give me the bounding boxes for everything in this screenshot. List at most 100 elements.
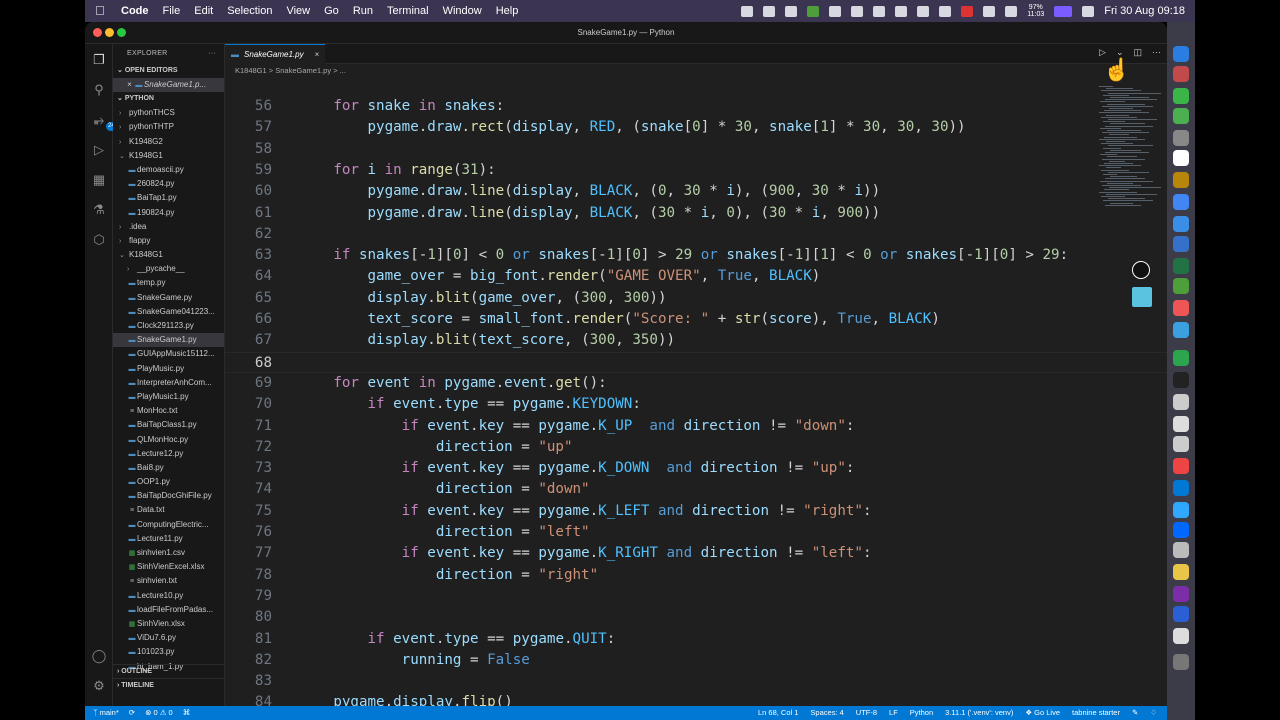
code-line[interactable]: 68 bbox=[225, 351, 1167, 373]
folder-item[interactable]: › .idea bbox=[113, 220, 224, 234]
file-item[interactable]: ≡ MonHoc.txt bbox=[113, 404, 224, 418]
code-line[interactable]: 78 direction = "right" bbox=[225, 565, 1167, 586]
code-line[interactable]: 63 if snakes[-1][0] < 0 or snakes[-1][0]… bbox=[225, 245, 1167, 266]
control-center-icon[interactable] bbox=[1054, 5, 1073, 17]
calendar-icon[interactable] bbox=[895, 5, 908, 17]
folder-item[interactable]: › pythonTHCS bbox=[113, 106, 224, 120]
file-item[interactable]: ▬ QLMonHoc.py bbox=[113, 433, 224, 447]
settings-gear-icon[interactable]: ⚙ bbox=[91, 678, 107, 694]
play-circle-icon[interactable] bbox=[1005, 5, 1018, 17]
settings-icon[interactable] bbox=[1173, 130, 1189, 146]
menu-go[interactable]: Go bbox=[324, 5, 339, 17]
launchpad-icon[interactable] bbox=[1173, 66, 1189, 82]
file-item[interactable]: ▬ demoascii.py bbox=[113, 163, 224, 177]
record-icon[interactable] bbox=[961, 5, 974, 17]
trash-icon[interactable] bbox=[1173, 654, 1189, 670]
folder-item[interactable]: › __pycache__ bbox=[113, 262, 224, 276]
notes-icon[interactable] bbox=[1173, 564, 1189, 580]
code-line[interactable]: 76 direction = "left" bbox=[225, 522, 1167, 543]
app-icon[interactable] bbox=[1173, 350, 1189, 366]
pen-icon[interactable] bbox=[1173, 436, 1189, 452]
open-editors-section[interactable]: ⌄ OPEN EDITORS bbox=[113, 64, 224, 78]
battery-bar-icon[interactable] bbox=[917, 5, 930, 17]
code-line[interactable]: 56 for snake in snakes: bbox=[225, 96, 1167, 117]
code-line[interactable]: 62 bbox=[225, 224, 1167, 245]
excel-icon[interactable] bbox=[1173, 278, 1189, 294]
safari-icon[interactable] bbox=[1173, 236, 1189, 252]
chrome-icon[interactable] bbox=[1173, 194, 1189, 210]
file-item[interactable]: ▬ InterpreterAnhCom... bbox=[113, 376, 224, 390]
tabnine-status[interactable]: tabnine starter bbox=[1072, 706, 1120, 720]
menu-window[interactable]: Window bbox=[443, 5, 482, 17]
search-icon[interactable]: ⚲ bbox=[91, 82, 107, 98]
code-line[interactable]: 67 display.blit(text_score, (300, 350)) bbox=[225, 330, 1167, 351]
code-line[interactable]: 59 for i in range(31): bbox=[225, 160, 1167, 181]
file-item[interactable]: ▦ sinhvien1.csv bbox=[113, 546, 224, 560]
mail-icon[interactable] bbox=[1173, 216, 1189, 232]
preview-icon[interactable] bbox=[1173, 542, 1189, 558]
baseball-icon[interactable] bbox=[1173, 416, 1189, 432]
go-live-button[interactable]: ❖ Go Live bbox=[1025, 706, 1060, 720]
encoding[interactable]: UTF-8 bbox=[856, 706, 877, 720]
notifications-bell-icon[interactable]: ♢ bbox=[1150, 706, 1157, 720]
cloud-icon[interactable] bbox=[1173, 394, 1189, 410]
zoom-window-button[interactable] bbox=[117, 28, 126, 37]
code-line[interactable]: 69 for event in pygame.event.get(): bbox=[225, 373, 1167, 394]
sync-icon[interactable]: ⟳ bbox=[129, 706, 135, 720]
folder-item[interactable]: › K1948G2 bbox=[113, 135, 224, 149]
toggles-icon[interactable] bbox=[1082, 5, 1095, 17]
menu-app-name[interactable]: Code bbox=[121, 5, 149, 17]
code-line[interactable]: 77 if event.key == pygame.K_RIGHT and di… bbox=[225, 543, 1167, 564]
file-item[interactable]: ▦ SinhVien.xlsx bbox=[113, 617, 224, 631]
code-line[interactable]: 82 running = False bbox=[225, 650, 1167, 671]
file-item[interactable]: ▬ Lecture10.py bbox=[113, 589, 224, 603]
file-item[interactable]: ▬ SnakeGame1.py bbox=[113, 333, 224, 348]
code-line[interactable]: 57 pygame.draw.rect(display, RED, (snake… bbox=[225, 117, 1167, 138]
file-item[interactable]: ▬ PlayMusic1.py bbox=[113, 390, 224, 404]
messages-icon[interactable] bbox=[1173, 108, 1189, 124]
testing-icon[interactable]: ⚗ bbox=[91, 202, 107, 218]
screenshot-icon[interactable] bbox=[829, 5, 842, 17]
menu-file[interactable]: File bbox=[163, 5, 181, 17]
code-line[interactable]: 66 text_score = small_font.render("Score… bbox=[225, 309, 1167, 330]
terminal-icon[interactable] bbox=[1173, 372, 1189, 388]
file-item[interactable]: ▬ BaiTap1.py bbox=[113, 191, 224, 205]
onenote-icon[interactable] bbox=[1173, 586, 1189, 602]
bulb-icon[interactable] bbox=[1132, 261, 1150, 279]
indentation[interactable]: Spaces: 4 bbox=[810, 706, 843, 720]
zalo-icon[interactable] bbox=[1173, 522, 1189, 538]
file-item[interactable]: ▬ PlayMusic.py bbox=[113, 362, 224, 376]
finder-icon[interactable] bbox=[1173, 46, 1189, 62]
notion-icon[interactable] bbox=[1173, 150, 1189, 166]
menu-terminal[interactable]: Terminal bbox=[387, 5, 429, 17]
remote-icon[interactable]: ⬡ bbox=[91, 232, 107, 248]
file-item[interactable]: ▬ GUIAppMusic15112... bbox=[113, 347, 224, 361]
more-actions-icon[interactable]: ··· bbox=[208, 44, 216, 64]
code-line[interactable]: 60 pygame.draw.line(display, BLACK, (0, … bbox=[225, 181, 1167, 202]
battery-readout[interactable]: 97% 11:03 bbox=[1027, 4, 1044, 18]
account-icon[interactable]: ◯ bbox=[91, 648, 107, 664]
code-editor[interactable]: 56 for snake in snakes: 57 pygame.draw.re… bbox=[225, 78, 1167, 706]
timeline-section[interactable]: › TIMELINE bbox=[113, 678, 224, 692]
file-item[interactable]: ▬ Bai8.py bbox=[113, 461, 224, 475]
source-control-icon[interactable]: ⥵ 24 bbox=[91, 112, 117, 131]
folder-item[interactable]: ⌄ K1848G1 bbox=[113, 248, 224, 262]
lightbulb-icon[interactable] bbox=[1173, 628, 1189, 644]
code-line[interactable]: 84 pygame.display.flip() bbox=[225, 692, 1167, 706]
code-line[interactable]: 58 bbox=[225, 139, 1167, 160]
code-line[interactable]: 61 pygame.draw.line(display, BLACK, (30 … bbox=[225, 203, 1167, 224]
outline-section[interactable]: › OUTLINE bbox=[113, 664, 224, 678]
file-item[interactable]: ▬ SnakeGame.py bbox=[113, 291, 224, 305]
file-item[interactable]: ▬ temp.py bbox=[113, 276, 224, 290]
code-line[interactable]: 64 game_over = big_font.render("GAME OVE… bbox=[225, 266, 1167, 287]
menu-run[interactable]: Run bbox=[353, 5, 373, 17]
menu-view[interactable]: View bbox=[286, 5, 310, 17]
breadcrumb[interactable]: K1848G1 > SnakeGame1.py > ... bbox=[225, 64, 1167, 78]
file-item[interactable]: ▬ OOP1.py bbox=[113, 475, 224, 489]
code-line[interactable]: 75 if event.key == pygame.K_LEFT and dir… bbox=[225, 501, 1167, 522]
minimap[interactable] bbox=[1095, 78, 1161, 218]
keynote-icon[interactable] bbox=[1173, 606, 1189, 622]
file-item[interactable]: ▬ SnakeGame041223... bbox=[113, 305, 224, 319]
file-item[interactable]: ▬ Lecture12.py bbox=[113, 447, 224, 461]
menu-selection[interactable]: Selection bbox=[227, 5, 272, 17]
